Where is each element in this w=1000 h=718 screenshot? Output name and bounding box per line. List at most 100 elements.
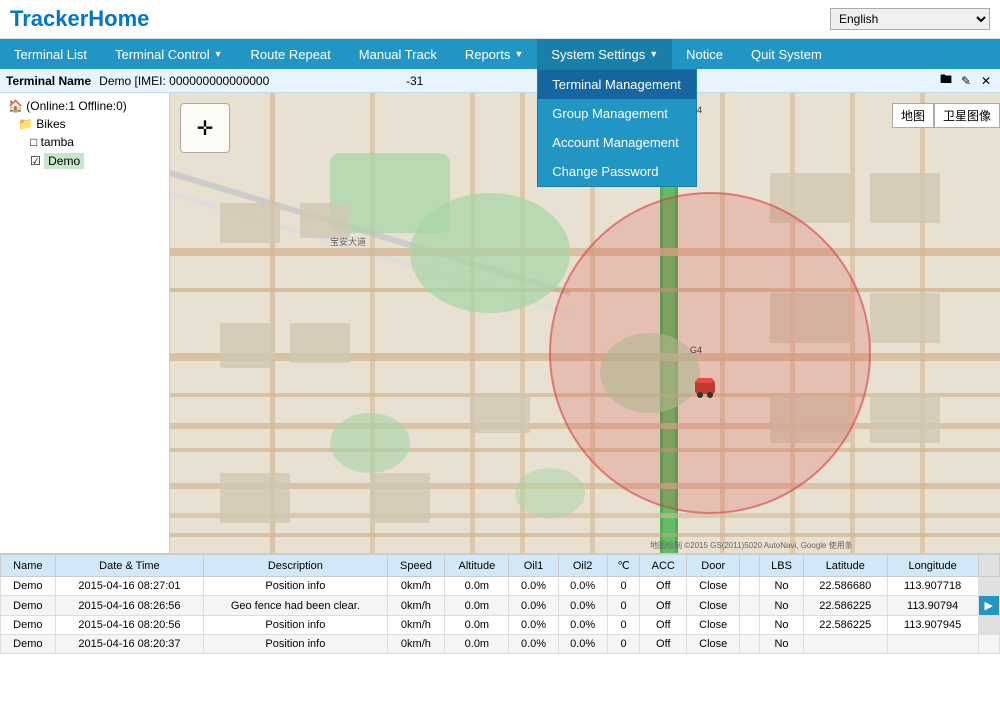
col-speed: Speed [387,555,445,577]
cell-2: Geo fence had been clear. [204,596,387,616]
cell-10 [740,596,760,616]
cell-4: 0.0m [445,577,509,596]
cell-13: 113.907718 [887,577,978,596]
tree-demo[interactable]: ☑ Demo [4,151,165,171]
data-table: Name Date & Time Description Speed Altit… [0,554,1000,654]
cell-7: 0 [607,616,640,635]
cell-13 [887,635,978,654]
cell-11: No [760,596,804,616]
cell-10 [740,635,760,654]
col-acc: ACC [640,555,687,577]
chevron-down-icon: ▼ [649,49,658,59]
cell-1: 2015-04-16 08:26:56 [55,596,204,616]
cell-9: Close [687,577,740,596]
cell-7: 0 [607,577,640,596]
online-count: (Online:1 Offline:0) [26,99,127,113]
cell-0: Demo [1,635,56,654]
dropdown-group-management[interactable]: Group Management [538,99,696,128]
cell-3: 0km/h [387,577,445,596]
cell-3: 0km/h [387,635,445,654]
col-door: Door [687,555,740,577]
cell-3: 0km/h [387,616,445,635]
col-datetime: Date & Time [55,555,204,577]
cell-8: Off [640,577,687,596]
logo: TrackerHome [10,6,149,32]
cell-4: 0.0m [445,616,509,635]
nav-terminal-control[interactable]: Terminal Control ▼ [101,39,237,69]
checkbox-checked-icon: ☑ [30,154,41,168]
chevron-down-icon: ▼ [514,49,523,59]
col-name: Name [1,555,56,577]
scroll-cell: ▶ [978,596,999,616]
cell-5: 0.0% [509,577,558,596]
cell-9: Close [687,596,740,616]
edit-terminal-icon[interactable]: ✎ [958,73,974,89]
col-description: Description [204,555,387,577]
dropdown-change-password[interactable]: Change Password [538,157,696,186]
map-type-buttons: 地图 卫星图像 [892,103,1000,128]
cell-5: 0.0% [509,635,558,654]
col-flag [740,555,760,577]
navbar: Terminal List Terminal Control ▼ Route R… [0,39,1000,69]
cell-3: 0km/h [387,596,445,616]
cell-1: 2015-04-16 08:27:01 [55,577,204,596]
tree-tamba[interactable]: □ tamba [4,133,165,151]
nav-reports[interactable]: Reports ▼ [451,39,537,69]
scroll-cell [978,577,999,596]
file-icon: □ [30,135,37,149]
folder-icon: 📁 [18,117,33,131]
terminal-bar: Terminal Name Demo [IMEI: 00000000000000… [0,69,1000,93]
nav-notice[interactable]: Notice [672,39,737,69]
cell-8: Off [640,616,687,635]
dropdown-terminal-management[interactable]: Terminal Management [538,70,696,99]
map-view-button[interactable]: 地图 [892,103,934,128]
scroll-cell [978,635,999,654]
compass-icon: ✛ [197,116,214,141]
cell-12: 22.586225 [803,616,887,635]
cell-4: 0.0m [445,635,509,654]
cell-2: Position info [204,635,387,654]
nav-terminal-list[interactable]: Terminal List [0,39,101,69]
satellite-view-button[interactable]: 卫星图像 [934,103,1000,128]
nav-route-repeat[interactable]: Route Repeat [237,39,345,69]
cell-8: Off [640,635,687,654]
table-row[interactable]: Demo2015-04-16 08:20:37Position info0km/… [1,635,1000,654]
language-select[interactable]: English [830,8,990,30]
terminal-label: Terminal Name [6,74,91,88]
cell-5: 0.0% [509,616,558,635]
terminal-info: Demo [IMEI: 000000000000000 -31 [99,74,938,88]
cell-7: 0 [607,635,640,654]
cell-2: Position info [204,616,387,635]
cell-9: Close [687,616,740,635]
cell-6: 0.0% [558,635,607,654]
tree-bikes[interactable]: 📁 Bikes [4,115,165,133]
cell-12: 22.586680 [803,577,887,596]
cell-11: No [760,616,804,635]
map-nav-control[interactable]: ✛ [180,103,230,153]
add-terminal-icon[interactable]: 🖿 [938,73,954,89]
cell-11: No [760,635,804,654]
cell-0: Demo [1,616,56,635]
table-body: Demo2015-04-16 08:27:01Position info0km/… [1,577,1000,654]
cell-1: 2015-04-16 08:20:37 [55,635,204,654]
col-lbs: LBS [760,555,804,577]
col-altitude: Altitude [445,555,509,577]
cell-10 [740,616,760,635]
col-oil2: Oil2 [558,555,607,577]
delete-terminal-icon[interactable]: ✕ [978,73,994,89]
cell-7: 0 [607,596,640,616]
col-oil1: Oil1 [509,555,558,577]
table-row[interactable]: Demo2015-04-16 08:20:56Position info0km/… [1,616,1000,635]
col-scroll [978,555,999,577]
cell-12 [803,635,887,654]
nav-quit-system[interactable]: Quit System [737,39,836,69]
dropdown-account-management[interactable]: Account Management [538,128,696,157]
table-row[interactable]: Demo2015-04-16 08:27:01Position info0km/… [1,577,1000,596]
cell-11: No [760,577,804,596]
nav-system-settings[interactable]: System Settings ▼ Terminal Management Gr… [537,39,672,69]
cell-13: 113.907945 [887,616,978,635]
table-row[interactable]: Demo2015-04-16 08:26:56Geo fence had bee… [1,596,1000,616]
data-table-container: Name Date & Time Description Speed Altit… [0,553,1000,718]
svg-text:地图绘制 ©2015 GS(2011)5020 AutoNa: 地图绘制 ©2015 GS(2011)5020 AutoNavi, Google… [650,540,853,550]
nav-manual-track[interactable]: Manual Track [345,39,451,69]
